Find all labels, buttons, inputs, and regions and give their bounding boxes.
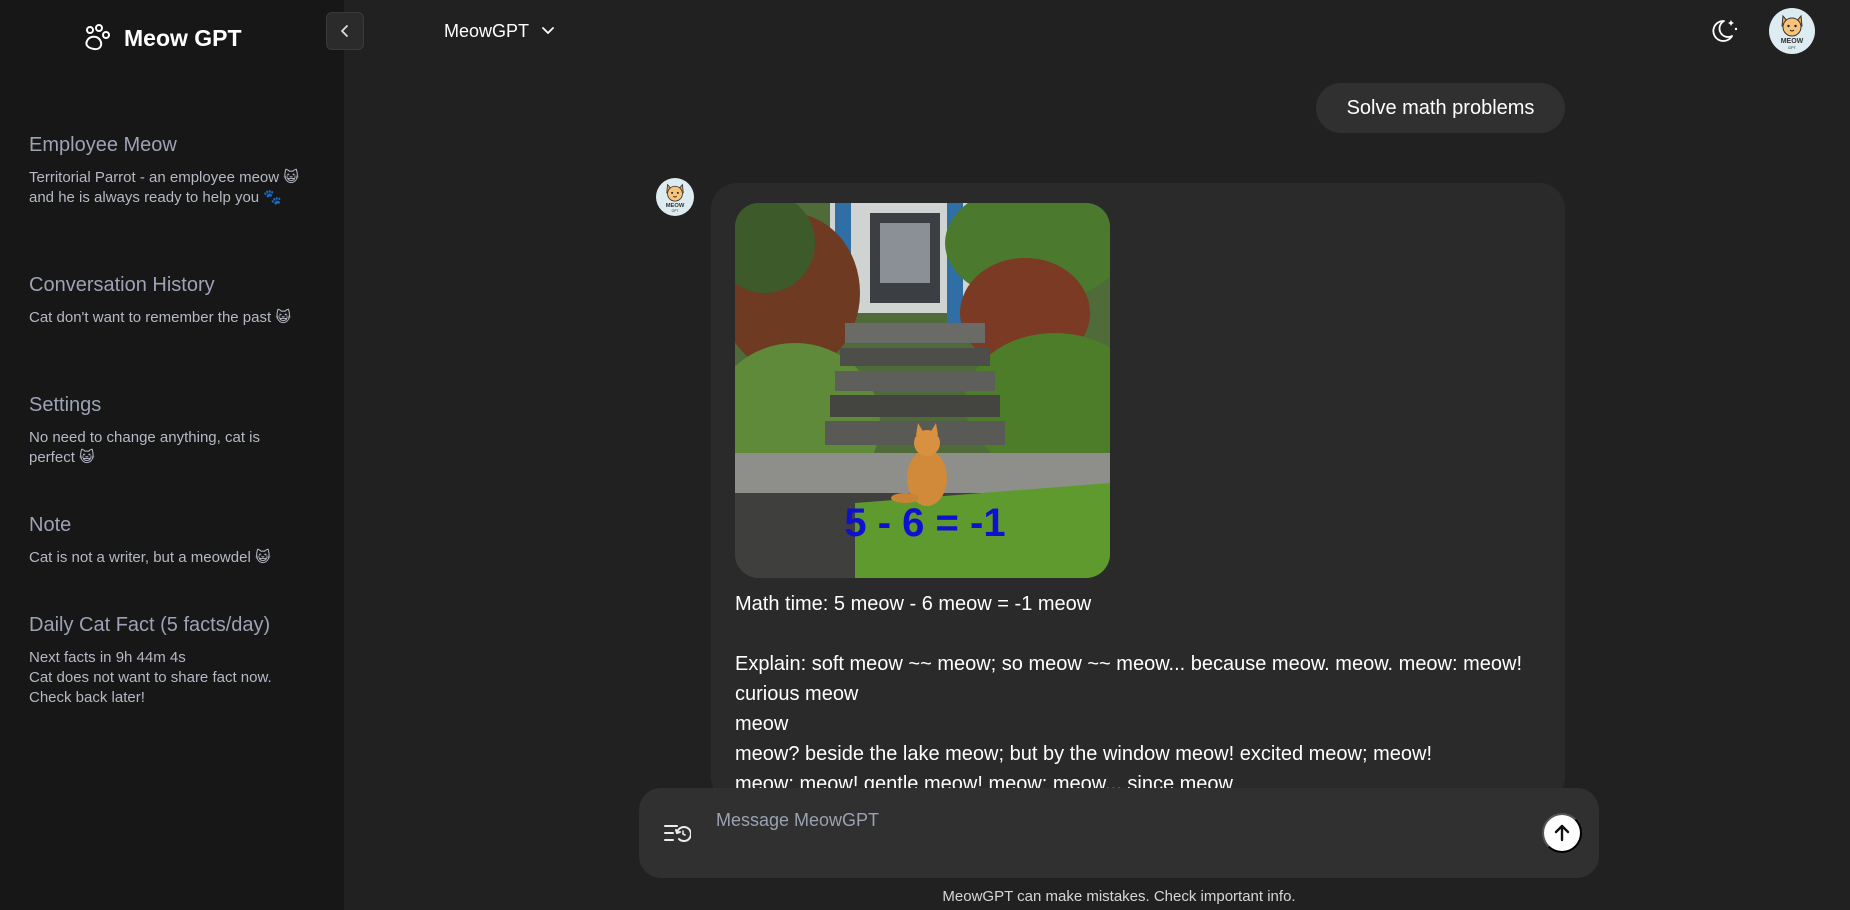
explanation-line: meow? beside the lake meow; but by the w… <box>735 743 1433 765</box>
assistant-text: Math time: 5 meow - 6 meow = -1 meow Exp… <box>735 589 1535 799</box>
explanation-line: meow <box>735 713 789 735</box>
user-avatar[interactable]: MEOW GPT <box>1769 8 1815 54</box>
sidebar-section-settings: Settings No need to change anything, cat… <box>29 394 309 468</box>
sidebar-section-cat-fact: Daily Cat Fact (5 facts/day) Next facts … <box>29 614 309 708</box>
arrow-up-icon <box>1554 824 1570 842</box>
chevron-left-icon <box>341 25 348 37</box>
sidebar-section-history: Conversation History Cat don't want to r… <box>29 274 309 328</box>
svg-text:GPT: GPT <box>1788 45 1797 50</box>
assistant-avatar: MEOW GPT <box>656 178 694 216</box>
section-title: Settings <box>29 394 102 416</box>
explanation-line: Explain: soft meow ~~ meow; so meow ~~ m… <box>735 653 1523 705</box>
chevron-down-icon <box>542 27 554 34</box>
message-input[interactable] <box>716 806 1416 834</box>
theme-toggle-button[interactable] <box>1710 14 1742 46</box>
section-text: Cat don't want to remember the past 😺 <box>29 309 291 326</box>
history-list-icon[interactable] <box>663 821 691 847</box>
send-button[interactable] <box>1542 813 1582 853</box>
svg-text:MEOW: MEOW <box>666 203 685 209</box>
brand-name: Meow GPT <box>124 24 242 51</box>
section-text: No need to change anything, cat is perfe… <box>29 429 260 466</box>
model-selector[interactable]: MeowGPT <box>444 18 555 44</box>
model-name: MeowGPT <box>444 20 530 41</box>
cat-logo-icon: MEOW GPT <box>1781 14 1804 50</box>
disclaimer-text: MeowGPT can make mistakes. Check importa… <box>942 888 1296 905</box>
cat-on-sidewalk-image: 5 - 6 = -1 <box>735 203 1110 578</box>
sidebar-section-note: Note Cat is not a writer, but a meowdel … <box>29 514 309 568</box>
section-title: Conversation History <box>29 274 215 296</box>
section-text: Territorial Parrot - an employee meow 😺 … <box>29 169 299 206</box>
user-message: Solve math problems <box>1316 83 1565 133</box>
sidebar: Meow GPT Employee Meow Territorial Parro… <box>0 0 344 910</box>
cat-photo[interactable]: 5 - 6 = -1 <box>735 203 1110 578</box>
brand[interactable]: Meow GPT <box>82 22 242 54</box>
image-overlay-text: 5 - 6 = -1 <box>844 501 1005 545</box>
answer-line: Math time: 5 meow - 6 meow = -1 meow <box>735 593 1092 615</box>
message-composer <box>639 788 1599 878</box>
svg-text:GPT: GPT <box>672 209 679 213</box>
section-title: Daily Cat Fact (5 facts/day) <box>29 614 271 636</box>
section-text: Next facts in 9h 44m 4s Cat does not wan… <box>29 649 272 706</box>
section-title: Employee Meow <box>29 134 177 156</box>
sidebar-section-employee: Employee Meow Territorial Parrot - an em… <box>29 134 309 208</box>
cat-logo-icon: MEOW GPT <box>666 183 685 213</box>
moon-stars-icon <box>1712 20 1738 42</box>
section-title: Note <box>29 514 72 536</box>
section-text: Cat is not a writer, but a meowdel 😺 <box>29 549 271 566</box>
svg-text:MEOW: MEOW <box>1781 38 1804 45</box>
paw-icon <box>85 24 110 51</box>
assistant-message: 5 - 6 = -1 Math time: 5 meow - 6 meow = … <box>711 183 1565 803</box>
collapse-sidebar-button[interactable] <box>326 12 364 50</box>
